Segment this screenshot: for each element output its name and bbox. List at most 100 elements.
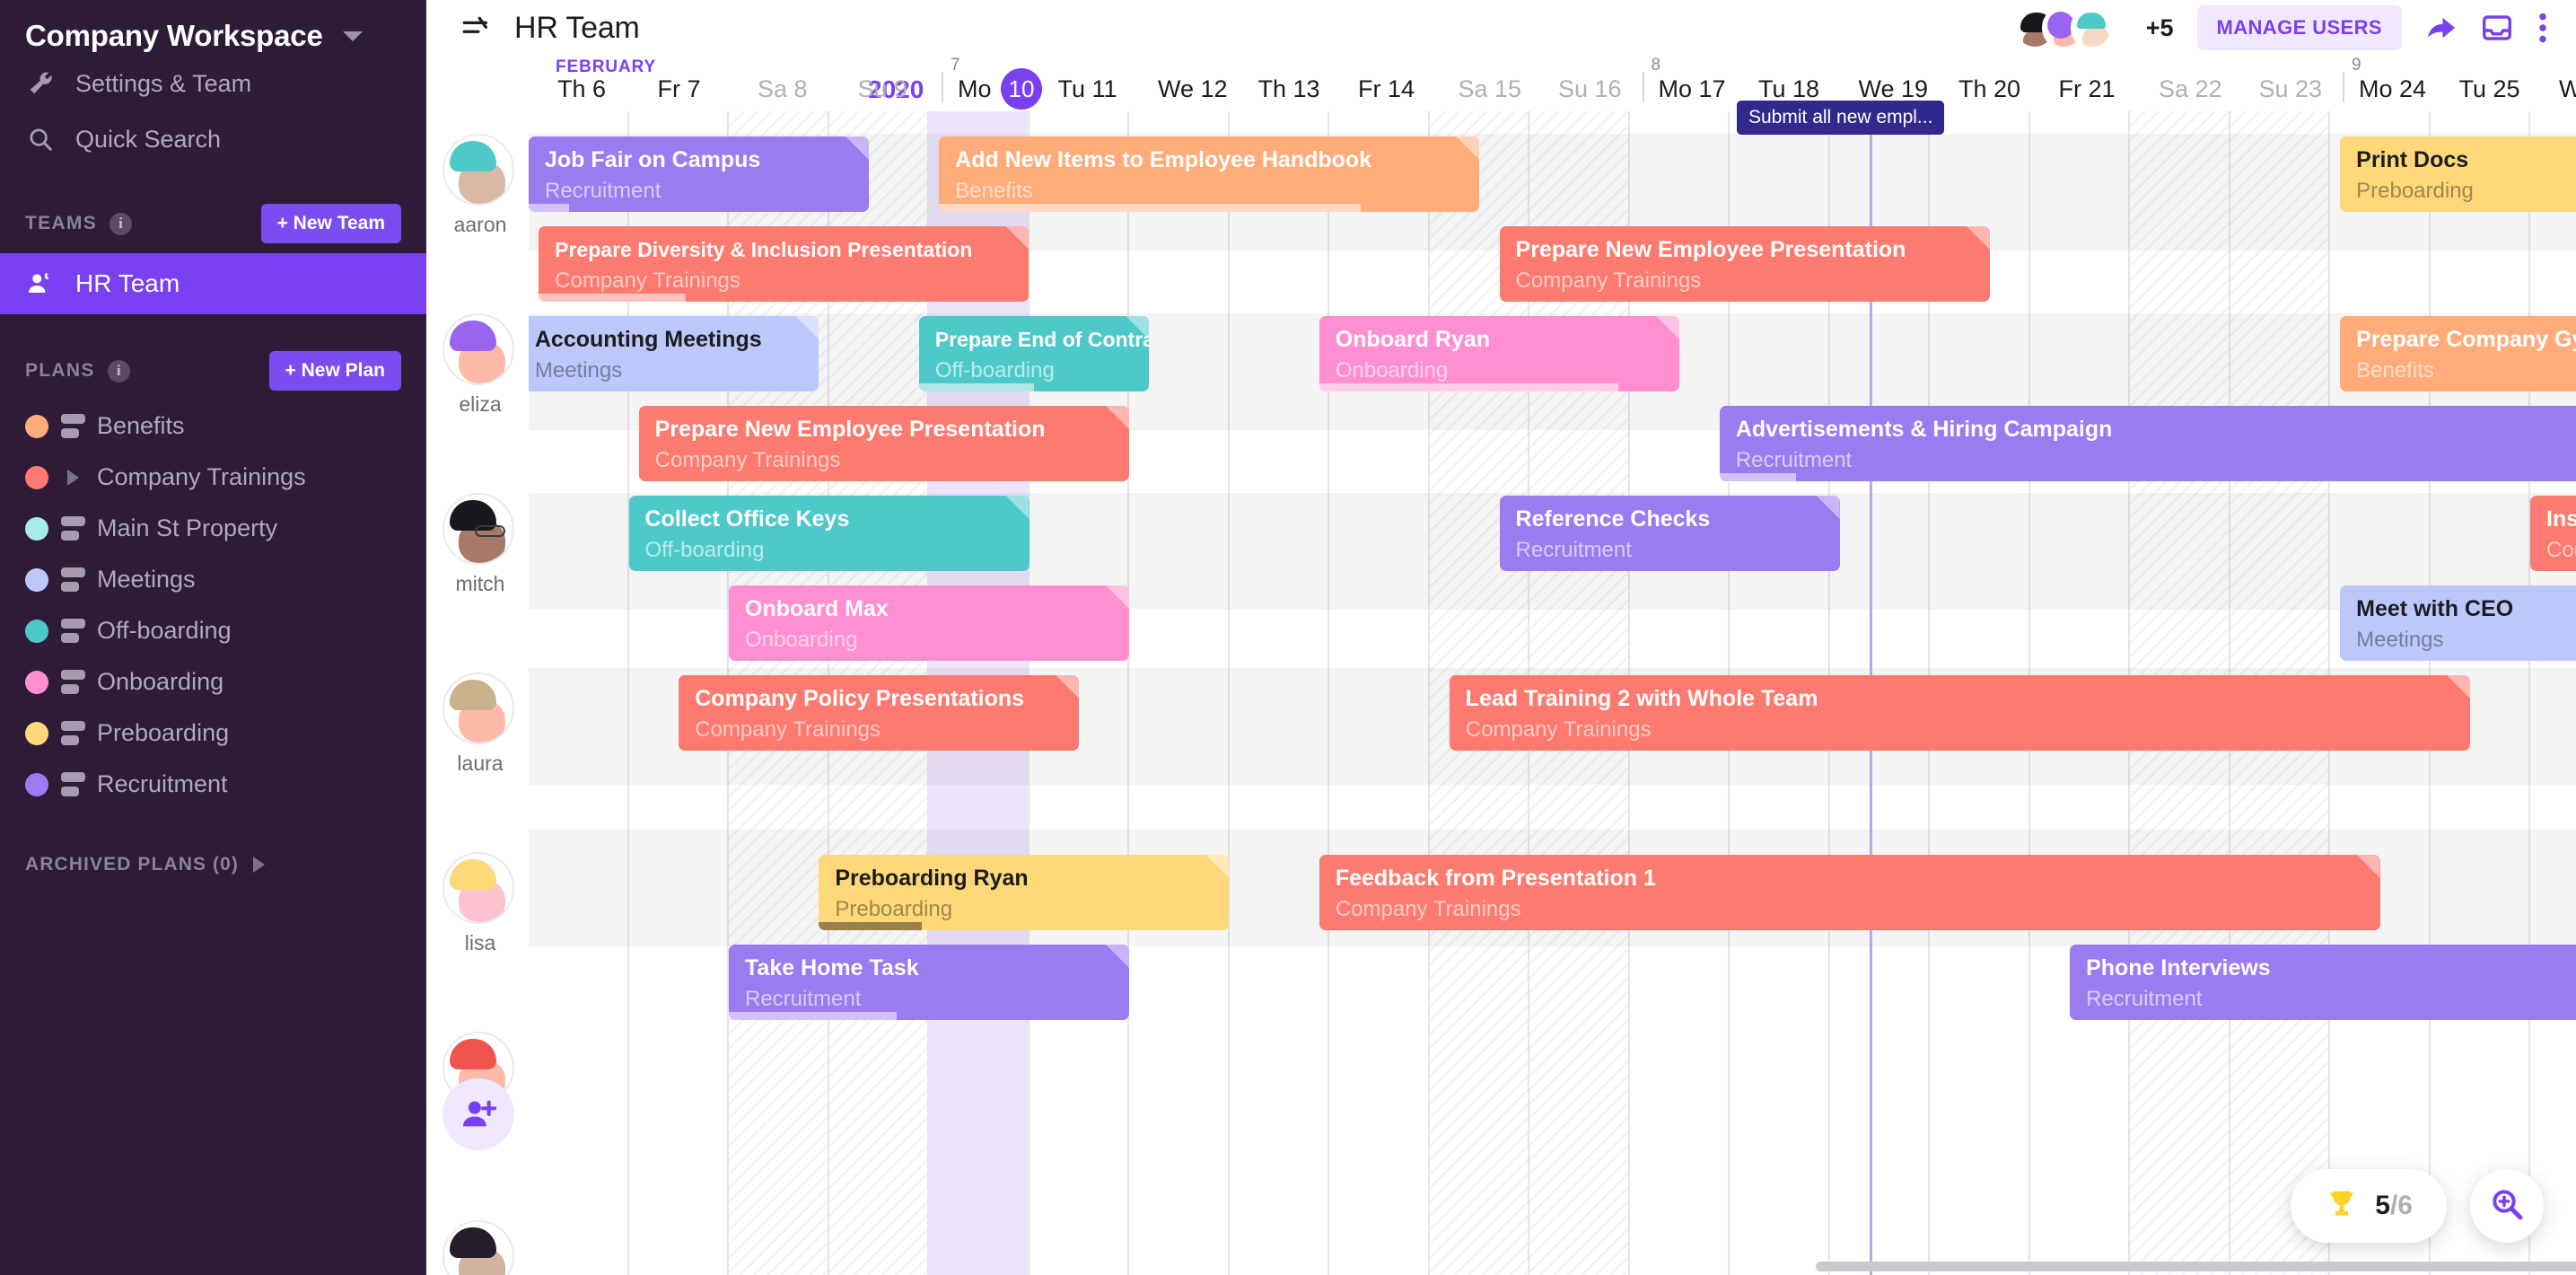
today-marker[interactable]: 10: [1001, 68, 1042, 110]
timeline-day-26[interactable]: We 26: [2559, 75, 2576, 103]
timeline-day-10[interactable]: Mo: [958, 75, 992, 103]
member-eliza[interactable]: eliza: [442, 313, 518, 417]
wrench-icon: [25, 70, 56, 97]
task-bar[interactable]: Meet with CEO Meetings: [2340, 585, 2576, 661]
task-title: Advertisements & Hiring Campaign: [1735, 417, 2113, 442]
timeline-day-14[interactable]: Fr 14: [1358, 75, 1415, 103]
chevron-right-icon[interactable]: [252, 857, 265, 873]
sidebar-item-settings[interactable]: Settings & Team: [0, 56, 426, 111]
plan-label: Main St Property: [97, 514, 278, 541]
task-bar[interactable]: Add New Items to Employee Handbook Benefi…: [939, 136, 1480, 212]
workspace-header[interactable]: Company Workspace: [0, 0, 426, 56]
task-bar[interactable]: Lead Training 2 with Whole Team Company T…: [1449, 675, 2471, 751]
sidebar-plan-benefits[interactable]: Benefits: [0, 400, 426, 452]
avatar[interactable]: [2070, 6, 2114, 49]
member-aaron[interactable]: aaron: [442, 134, 518, 237]
task-bar[interactable]: Company Policy Presentations Company Trai…: [679, 675, 1080, 751]
zoom-in-button[interactable]: [2470, 1169, 2544, 1243]
timeline-day-22[interactable]: Sa 22: [2159, 75, 2222, 103]
sidebar-plan-recruitment[interactable]: Recruitment: [0, 759, 426, 810]
task-bar[interactable]: Reference Checks Recruitment: [1499, 496, 1840, 571]
timeline-day-8[interactable]: Sa 8: [758, 75, 808, 103]
timeline-day-23[interactable]: Su 23: [2259, 75, 2323, 103]
task-bar[interactable]: Print Docs Preboarding: [2340, 136, 2576, 212]
task-bar[interactable]: Prepare End of Contra Off-boarding: [918, 316, 1150, 391]
task-bar[interactable]: Onboard Max Onboarding: [729, 585, 1129, 661]
task-bar[interactable]: Prepare Diversity & Inclusion Presentati…: [539, 226, 1030, 302]
plan-rows-icon: [60, 516, 85, 541]
task-plan: Company Trainings: [1335, 897, 1521, 921]
member-name: eliza: [459, 392, 502, 416]
chevron-right-icon[interactable]: [66, 469, 79, 486]
timeline-day-13[interactable]: Th 13: [1258, 75, 1320, 103]
timeline-day-20[interactable]: Th 20: [1958, 75, 2020, 103]
new-team-button[interactable]: + New Team: [260, 204, 401, 243]
plan-color-dot: [25, 772, 48, 796]
sidebar-plan-meetings[interactable]: Meetings: [0, 554, 426, 605]
add-person-icon[interactable]: [442, 1078, 514, 1150]
task-bar[interactable]: Onboard Ryan Onboarding: [1319, 316, 1680, 391]
task-bar[interactable]: Prepare New Employee Presentation Company…: [1499, 226, 1990, 302]
task-bar[interactable]: Collect Office Keys Off-boarding: [628, 496, 1030, 571]
timeline-day-6[interactable]: Th 6: [557, 75, 606, 103]
chevron-down-icon[interactable]: [342, 31, 363, 41]
timeline-day-12[interactable]: We 12: [1158, 75, 1228, 103]
task-bar[interactable]: Accounting Meetings Meetings: [518, 316, 819, 391]
task-bar[interactable]: Prepare Company Gym Mem Benefits: [2340, 316, 2576, 391]
timeline-day-11[interactable]: Tu 11: [1058, 75, 1117, 103]
member-lisa[interactable]: lisa: [442, 852, 518, 955]
inbox-icon[interactable]: [2481, 12, 2513, 44]
task-bar[interactable]: Feedback from Presentation 1 Company Trai…: [1319, 855, 2380, 930]
plan-color-dot: [25, 619, 48, 643]
filter-lines-icon[interactable]: [460, 13, 491, 43]
task-bar[interactable]: Take Home Task Recruitment: [729, 945, 1129, 1020]
timeline-day-17[interactable]: Mo 17: [1659, 75, 1726, 103]
timeline-day-21[interactable]: Fr 21: [2059, 75, 2116, 103]
member-extra[interactable]: [442, 1220, 518, 1275]
timeline-day-15[interactable]: Sa 15: [1459, 75, 1522, 103]
timeline-day-9[interactable]: Su 9: [858, 75, 908, 103]
task-bar[interactable]: Install new projecto Company Trainings: [2530, 496, 2576, 571]
sidebar-plan-main-st-property[interactable]: Main St Property: [0, 503, 426, 554]
sidebar-plan-company-trainings[interactable]: Company Trainings: [0, 452, 426, 503]
main-panel: HR Team +5 MANAGE USERS 2020 FEBRUARY Th…: [426, 0, 2576, 1275]
share-arrow-icon[interactable]: [2425, 12, 2458, 44]
archived-plans-row[interactable]: ARCHIVED PLANS (0): [0, 837, 426, 892]
timeline-day-19[interactable]: We 19: [1859, 75, 1929, 103]
plan-label: Meetings: [97, 566, 196, 593]
timeline-day-25[interactable]: Tu 25: [2459, 75, 2520, 103]
timeline-day-18[interactable]: Tu 18: [1758, 75, 1819, 103]
member-laura[interactable]: laura: [442, 673, 518, 776]
sidebar-item-label: HR Team: [75, 269, 180, 297]
plan-label: Preboarding: [97, 719, 230, 746]
task-bar[interactable]: Advertisements & Hiring Campaign Recruitm…: [1719, 406, 2576, 481]
manage-users-button[interactable]: MANAGE USERS: [2196, 5, 2402, 50]
new-plan-button[interactable]: + New Plan: [268, 351, 401, 391]
timeline-day-7[interactable]: Fr 7: [658, 75, 701, 103]
member-mitch[interactable]: mitch: [442, 493, 518, 596]
task-bar[interactable]: Phone Interviews Recruitment: [2070, 945, 2576, 1020]
sidebar-plan-preboarding[interactable]: Preboarding: [0, 708, 426, 759]
horizontal-scrollbar[interactable]: [1816, 1262, 2576, 1271]
member-name: lisa: [464, 931, 496, 954]
sidebar-plan-onboarding[interactable]: Onboarding: [0, 656, 426, 708]
task-bar[interactable]: Job Fair on Campus Recruitment: [529, 136, 870, 212]
member-avatar-stack[interactable]: [2012, 6, 2114, 49]
task-progress: [918, 383, 1035, 391]
achievements-button[interactable]: 5/6: [2291, 1169, 2447, 1243]
info-icon[interactable]: i: [110, 212, 132, 235]
plan-color-dot: [25, 516, 48, 541]
task-title: Company Policy Presentations: [695, 686, 1025, 711]
timeline-chart: Job Fair on Campus Recruitment Add New Ite…: [426, 111, 2576, 1275]
timeline-day-16[interactable]: Su 16: [1558, 75, 1622, 103]
sidebar-item-hr-team[interactable]: HR Team: [0, 253, 426, 314]
sidebar-item-quick-search[interactable]: Quick Search: [0, 111, 426, 167]
task-bar[interactable]: Preboarding Ryan Preboarding: [819, 855, 1230, 930]
task-bar[interactable]: Prepare New Employee Presentation Company…: [638, 406, 1129, 481]
task-title: Add New Items to Employee Handbook: [955, 147, 1372, 172]
more-vertical-icon[interactable]: [2537, 12, 2549, 44]
sidebar-plan-off-boarding[interactable]: Off-boarding: [0, 605, 426, 656]
info-icon[interactable]: i: [107, 359, 130, 382]
timeline-day-24[interactable]: Mo 24: [2359, 75, 2426, 103]
task-progress: [1719, 473, 1796, 481]
